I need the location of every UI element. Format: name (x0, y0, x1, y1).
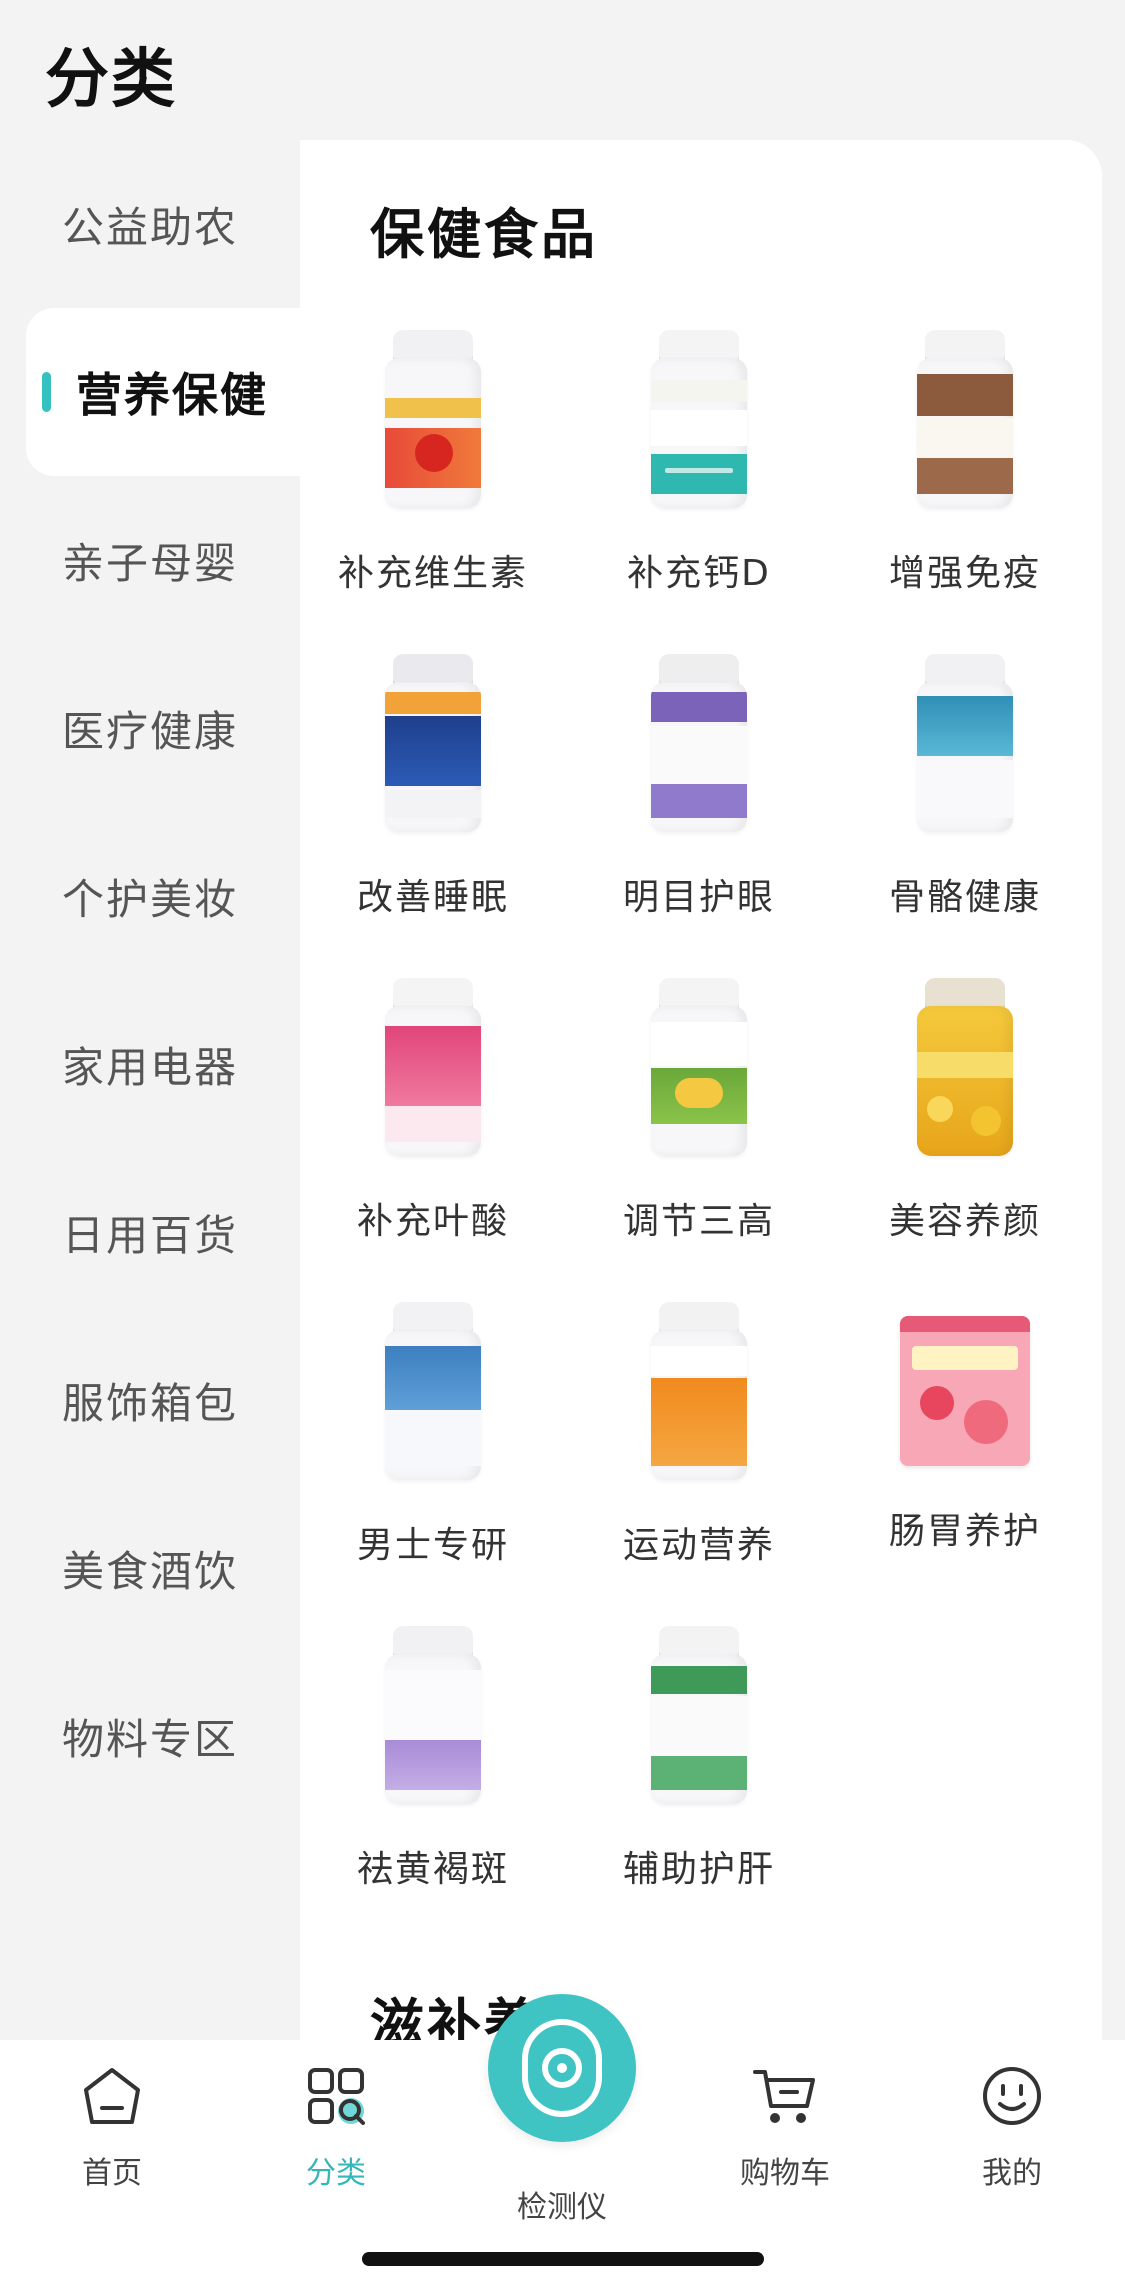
sidebar-item-nutrition[interactable]: 营养保健 (26, 308, 300, 476)
sidebar-item-label: 物料专区 (61, 1714, 238, 1764)
category-label: 辅助护肝 (622, 1849, 775, 1890)
category-grid-icon (308, 2068, 365, 2125)
category-label: 骨骼健康 (888, 877, 1041, 918)
tab-label: 我的 (982, 2156, 1042, 2191)
category-tile-gut[interactable]: 肠胃养护 (832, 1302, 1098, 1604)
category-label: 补充叶酸 (356, 1201, 509, 1242)
category-tile-calcium-d[interactable]: 补充钙D (566, 330, 832, 632)
category-label: 明目护眼 (622, 877, 775, 918)
sidebar-item-label: 亲子母婴 (61, 538, 238, 588)
men-multivitamin-bottle (385, 1302, 481, 1480)
category-tile-men[interactable]: 男士专研 (300, 1302, 566, 1604)
sidebar-item-label: 家用电器 (61, 1042, 238, 1092)
category-tile-sports[interactable]: 运动营养 (566, 1302, 832, 1604)
calcium-d-bottle (651, 330, 747, 508)
tab-home[interactable]: 首页 (32, 2064, 192, 2192)
sidebar-item-medical-health[interactable]: 医疗健康 (0, 644, 300, 812)
sidebar-item-apparel-bags[interactable]: 服饰箱包 (0, 1316, 300, 1484)
sidebar-item-personal-care[interactable]: 个护美妆 (0, 812, 300, 980)
probiotic-box (900, 1316, 1030, 1466)
section-title: 保健食品 (370, 203, 598, 266)
skin-care-bottle (385, 1626, 481, 1804)
page-title: 分类 (45, 43, 177, 117)
category-sidebar: 公益助农 营养保健 亲子母婴 医疗健康 个护美妆 家用电器 日用百货 服饰箱包 … (0, 140, 300, 1820)
lutein-tablet-bottle (651, 654, 747, 832)
fish-oil-softgel-bottle (651, 978, 747, 1156)
tab-label-detector: 检测仪 (517, 2190, 607, 2225)
detector-button[interactable] (488, 1994, 636, 2142)
sidebar-item-materials[interactable]: 物料专区 (0, 1652, 300, 1820)
smile-face-icon (983, 2067, 1041, 2125)
sidebar-item-label: 美食酒饮 (61, 1546, 238, 1596)
sidebar-item-label: 公益助农 (61, 202, 238, 252)
category-label: 调节三高 (622, 1201, 775, 1242)
category-label: 增强免疫 (888, 553, 1041, 594)
detector-icon (522, 2019, 602, 2117)
sidebar-item-appliances[interactable]: 家用电器 (0, 980, 300, 1148)
immunity-softgel-bottle (917, 330, 1013, 508)
category-label: 男士专研 (356, 1525, 509, 1566)
category-tile-sleep[interactable]: 改善睡眠 (300, 654, 566, 956)
tab-cart[interactable]: 购物车 (705, 2064, 865, 2192)
bone-health-bottle (917, 654, 1013, 832)
category-tile-liver[interactable]: 辅助护肝 (566, 1626, 832, 1928)
product-category-grid: 补充维生素 补充钙D 增强免疫 改善睡眠 明目护眼 骨骼健康 补充叶酸 调节三高… (300, 330, 1102, 1928)
category-label: 美容养颜 (888, 1201, 1041, 1242)
sidebar-item-daily-goods[interactable]: 日用百货 (0, 1148, 300, 1316)
category-tile-spots[interactable]: 祛黄褐斑 (300, 1626, 566, 1928)
folic-acid-bottle (385, 978, 481, 1156)
home-icon (84, 2068, 140, 2124)
tomato-supplement-bottle (385, 330, 481, 508)
melatonin-b6-bottle (385, 654, 481, 832)
category-tile-immunity[interactable]: 增强免疫 (832, 330, 1098, 632)
tab-profile[interactable]: 我的 (932, 2064, 1092, 2192)
sidebar-item-maternal-baby[interactable]: 亲子母婴 (0, 476, 300, 644)
category-tile-vitamins[interactable]: 补充维生素 (300, 330, 566, 632)
tab-label: 首页 (82, 2156, 142, 2191)
category-tile-beauty[interactable]: 美容养颜 (832, 978, 1098, 1280)
category-label: 补充钙D (627, 553, 771, 594)
category-label: 补充维生素 (337, 553, 528, 594)
category-label: 运动营养 (622, 1525, 775, 1566)
sidebar-item-public-welfare[interactable]: 公益助农 (0, 140, 300, 308)
tab-label: 购物车 (740, 2156, 830, 2191)
sidebar-item-label: 营养保健 (76, 368, 268, 422)
category-tile-folic-acid[interactable]: 补充叶酸 (300, 978, 566, 1280)
tab-label: 分类 (306, 2156, 366, 2191)
category-tile-bone-health[interactable]: 骨骼健康 (832, 654, 1098, 956)
category-label: 肠胃养护 (888, 1511, 1041, 1552)
active-indicator (42, 372, 51, 412)
tab-category[interactable]: 分类 (256, 2064, 416, 2192)
category-content-panel: 保健食品 补充维生素 补充钙D 增强免疫 改善睡眠 明目护眼 骨骼健康 补充叶酸… (300, 140, 1102, 2040)
sidebar-item-label: 日用百货 (61, 1210, 238, 1260)
sidebar-item-label: 服饰箱包 (61, 1378, 238, 1428)
liver-care-bottle (651, 1626, 747, 1804)
sidebar-item-label: 个护美妆 (61, 874, 238, 924)
sidebar-item-food-drinks[interactable]: 美食酒饮 (0, 1484, 300, 1652)
sports-nutrition-bottle (651, 1302, 747, 1480)
category-label: 改善睡眠 (356, 877, 509, 918)
category-tile-three-highs[interactable]: 调节三高 (566, 978, 832, 1280)
vitamin-e-softgel-jar (917, 978, 1013, 1156)
category-label: 祛黄褐斑 (356, 1849, 509, 1890)
sidebar-item-label: 医疗健康 (61, 706, 238, 756)
cart-icon (753, 2070, 815, 2123)
home-indicator (362, 2252, 764, 2266)
category-tile-eye-care[interactable]: 明目护眼 (566, 654, 832, 956)
